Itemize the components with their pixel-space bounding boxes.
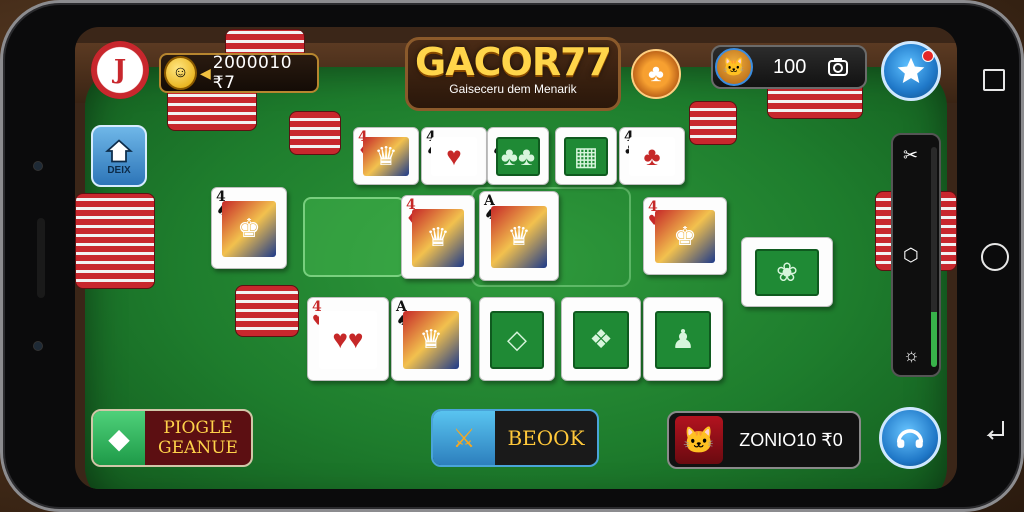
phone-frame: J ☺ ◀ 2000010 ₹7 GACOR77 Gaiseceru dem M… [0,0,1024,512]
home-icon [105,138,133,162]
playing-card[interactable]: ♟ [643,297,723,381]
bet-slider[interactable]: ✂ ⬡ ☼ [891,133,941,377]
sensor-dot [33,341,43,351]
coin-balance[interactable]: ☺ ◀ 2000010 ₹7 [159,53,319,93]
avatar-glyph: 🐱 [722,56,746,77]
side-slot [37,218,45,298]
avatar: 🐱 [675,416,723,464]
logo-title: GACOR77 [415,40,612,84]
card-art: ◇ [490,311,544,369]
swirl-icon: ☼ [903,345,920,365]
playing-card[interactable]: 4♥♥♥ [307,297,389,381]
chip-stack [689,101,737,145]
card-art: ♛ [402,311,460,369]
playing-card[interactable]: 4♠♥ [421,127,487,185]
card-art: ♣♣ [496,136,540,177]
game-logo: GACOR77 Gaiseceru dem Menarik [405,37,621,111]
book-button[interactable]: ⚔ BEOOK [431,409,599,467]
card-art: ♛ [362,136,410,177]
playing-card[interactable]: ▦ [555,127,617,185]
score-pill[interactable]: 🐱 100 [711,45,867,89]
coin-icon: ☺ [164,56,198,90]
card-art: ❖ [572,311,630,369]
sensor-dot [33,161,43,171]
card-art: ♣ [628,136,676,177]
card-drop-zone[interactable] [303,197,405,277]
card-art: ♚ [655,210,715,264]
people-game-button[interactable]: ◆ PIOGLE GEANUE [91,409,253,467]
people-label-2: GEANUE [158,438,238,458]
chat-button[interactable] [879,407,941,469]
card-art: ♚ [222,200,276,257]
hexagon-icon: ⬡ [903,245,919,265]
card-art: ♛ [490,206,548,268]
star-button[interactable] [881,41,941,101]
book-label: BEOOK [507,426,585,450]
game-screen: J ☺ ◀ 2000010 ₹7 GACOR77 Gaiseceru dem M… [75,27,957,489]
tag-icon: ◆ [93,411,145,465]
logo-subtitle: Gaiseceru dem Menarik [449,82,577,96]
coin-face-glyph: ☺ [172,64,189,81]
playing-card[interactable]: 4 ♥ ♚ [643,197,727,275]
avatar-glyph: 🐱 [682,424,716,455]
playing-card[interactable]: ❀ [741,237,833,307]
gem-glyph: ♣ [648,60,664,87]
playing-card[interactable]: ❖ [561,297,641,381]
chip-stack [75,193,155,289]
card-art: ♟ [654,311,712,369]
card-art: ❀ [754,248,820,297]
chat-icon [896,429,924,448]
back-icon[interactable] [983,417,1007,441]
camera-icon[interactable] [826,55,850,79]
playing-card[interactable]: 4♦♛ [401,195,475,279]
player-balance-button[interactable]: 🐱 ZONIO10 ₹0 [667,411,861,469]
playing-card[interactable]: ◇ [479,297,555,381]
badge-glyph: J [113,55,127,85]
playing-card[interactable]: 4♠♚ [211,187,287,269]
notification-dot [922,50,934,62]
chip-stack [235,285,299,337]
playing-card[interactable]: ♠♣♣ [487,127,549,185]
coin-value: 2000010 ₹7 [212,53,293,93]
playing-card[interactable]: 4♣♣ [619,127,685,185]
clover-gem-icon[interactable]: ♣ [631,49,681,99]
square-icon[interactable] [983,69,1005,91]
joker-badge-icon[interactable]: J [91,41,149,99]
card-art: ♥ [430,136,478,177]
playing-card[interactable]: A♠♛ [391,297,471,381]
sword-icon: ⚔ [433,411,495,465]
avatar: 🐱 [715,48,753,86]
card-art: ♥♥ [319,311,377,369]
scissors-icon: ✂ [903,145,919,165]
home-button[interactable]: DEIX [91,125,147,187]
home-label: DEIX [107,164,131,176]
slider-fill [931,312,937,367]
circle-icon[interactable] [981,243,1009,271]
playing-card[interactable]: A♠♛ [479,191,559,281]
playing-card[interactable]: 4♦♛ [353,127,419,185]
people-label-1: PIOGLE [163,418,233,438]
player-balance: ZONIO10 ₹0 [739,429,843,450]
card-art: ▦ [564,136,608,177]
coin-arrow-icon: ◀ [200,64,211,81]
slider-track[interactable] [931,147,937,367]
score-value: 100 [773,55,807,78]
chip-stack [289,111,341,155]
star-icon [897,57,925,83]
card-art: ♛ [412,209,464,267]
